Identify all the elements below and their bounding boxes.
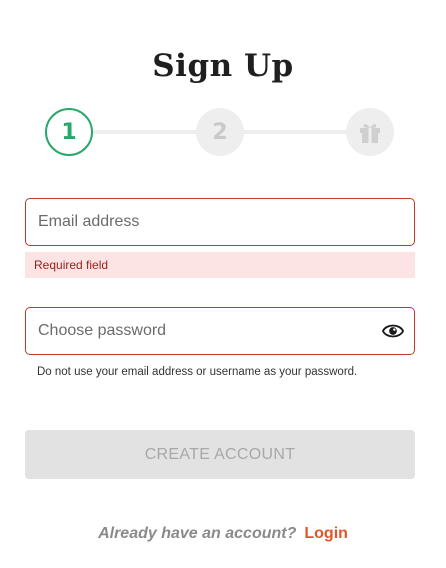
progress-stepper: 1 2 [0,106,446,158]
email-field [25,198,415,246]
password-input[interactable] [26,308,414,354]
page-title: Sign Up [152,48,294,84]
email-input[interactable] [26,199,414,245]
email-error-message: Required field [25,252,415,278]
login-prompt: Already have an account? Login [0,525,446,543]
step-connector-2 [242,130,348,134]
signup-page: Sign Up 1 2 Required field Do not use yo… [0,0,446,568]
login-question: Already have an account? [98,525,297,542]
step-1-indicator: 1 [45,108,93,156]
step-connector-1 [93,130,197,134]
login-link[interactable]: Login [304,525,348,542]
step-3-indicator [346,108,394,156]
password-hint: Do not use your email address or usernam… [37,366,358,378]
step-2-indicator: 2 [196,108,244,156]
create-account-button[interactable]: CREATE ACCOUNT [25,430,415,479]
eye-icon[interactable] [382,321,404,341]
password-field [25,307,415,355]
gift-icon [360,124,380,143]
